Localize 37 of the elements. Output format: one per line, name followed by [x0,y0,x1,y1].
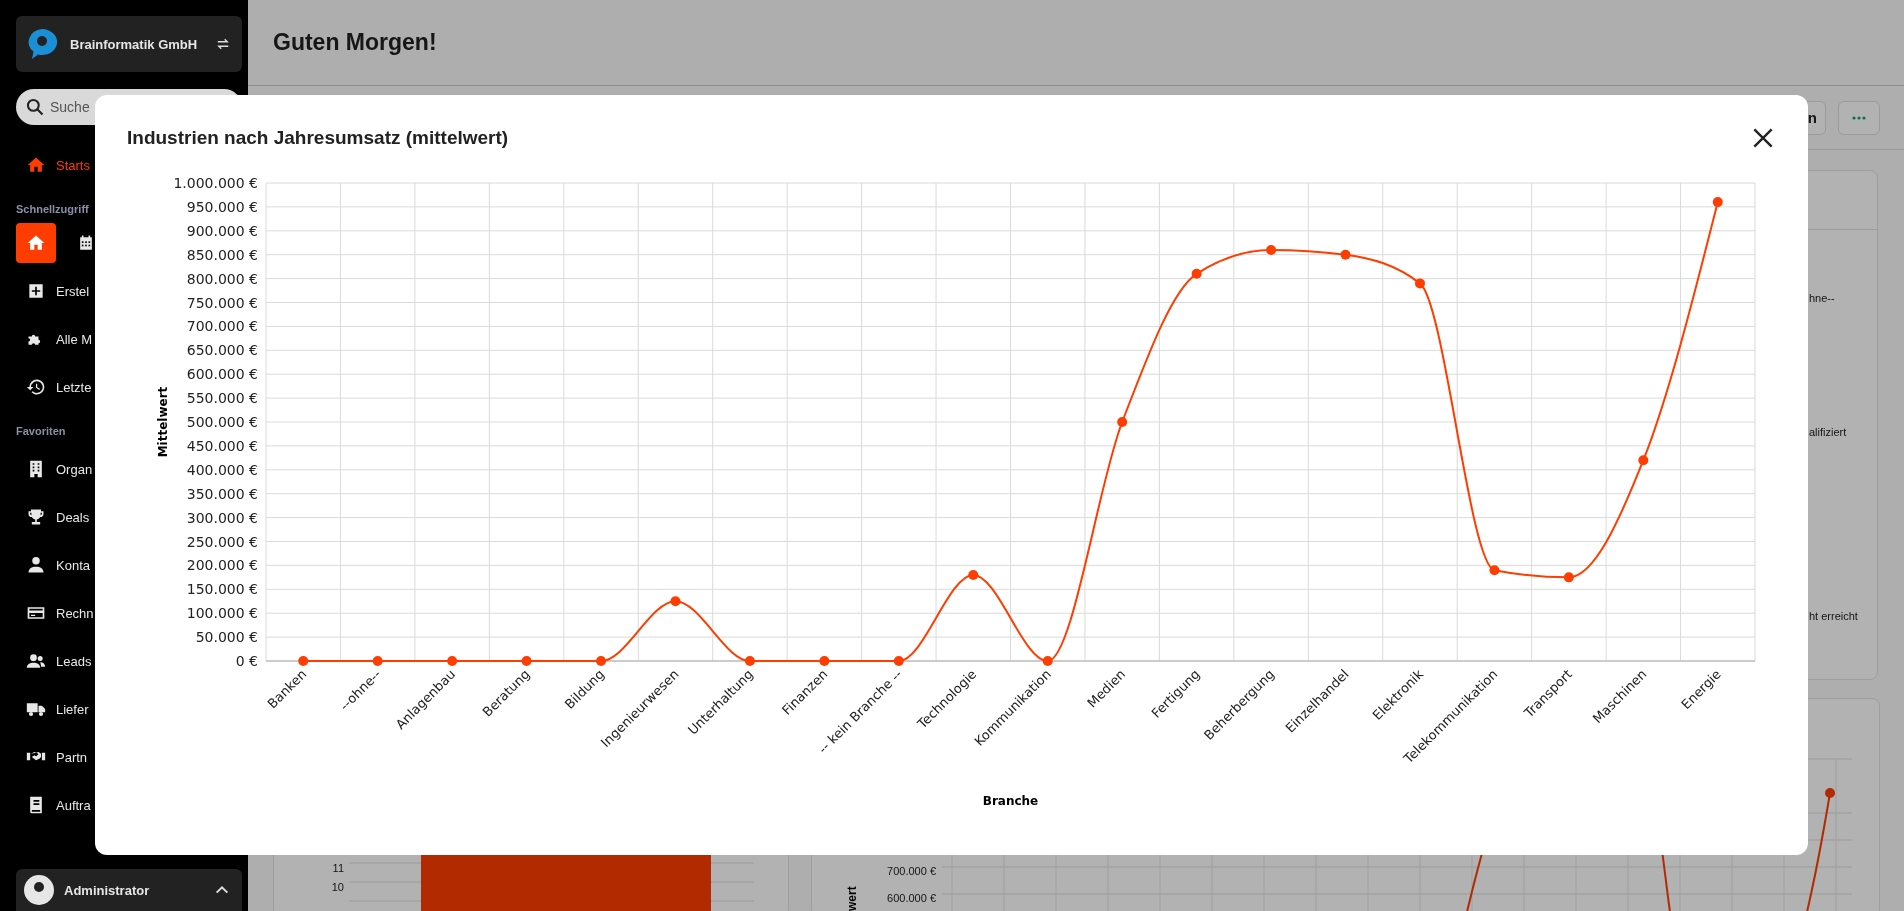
y-axis-tick-label: 750.000 € [186,294,258,311]
y-axis-tick-label: 100.000 € [186,605,258,622]
y-axis-tick-label: 700.000 € [887,865,936,877]
company-name: Brainformatik GmbH [70,36,199,52]
y-axis-tick-label: 150.000 € [186,581,258,598]
y-axis-tick-label: 500.000 € [186,414,258,430]
section-heading: Schnellzugriff [16,203,89,215]
y-axis-tick-label: 700.000 € [186,318,258,335]
y-axis-tick-label: 450.000 € [186,437,258,454]
y-axis-tick-label: 900.000 € [186,222,258,239]
y-axis-tick-label: 0 € [235,653,258,669]
dialog-title: Industrien nach Jahresumsatz (mittelwert) [127,127,509,149]
section-heading: Favoriten [16,425,66,437]
y-axis-tick-label: 200.000 € [186,557,258,574]
y-axis-tick-label: 550.000 € [186,390,258,407]
x-axis-title: Branche [982,794,1039,808]
y-axis-tick-label: 400.000 € [186,461,258,478]
y-axis-tick-label: 800.000 € [186,270,258,287]
y-axis-tick-label: 50.000 € [195,629,258,646]
y-axis-tick-label: 950.000 € [186,198,258,215]
y-axis-tick-label: 600.000 € [186,366,258,383]
y-axis-tick-label: 1.000.000 € [173,175,258,191]
y-axis-tick-label: 250.000 € [186,533,258,550]
y-axis-tick-label: 600.000 € [887,892,936,904]
legend-label: alifiziert [1808,426,1848,438]
user-name: Administrator [64,882,151,898]
y-axis-tick-label: 300.000 € [186,509,258,526]
legend-label: ht erreicht [1808,610,1859,622]
y-axis-tick-label: 350.000 € [186,485,258,502]
y-axis-tick-label: 10 [331,881,344,893]
legend-label: hne-- [1808,292,1836,304]
y-axis-tick-label: 11 [332,862,344,874]
page-title: Guten Morgen! [273,29,437,56]
y-axis-tick-label: 650.000 € [186,342,258,359]
y-axis-title: Mittelwert [156,386,170,458]
y-axis-tick-label: 850.000 € [186,246,258,263]
y-axis-title: wert [845,886,859,911]
